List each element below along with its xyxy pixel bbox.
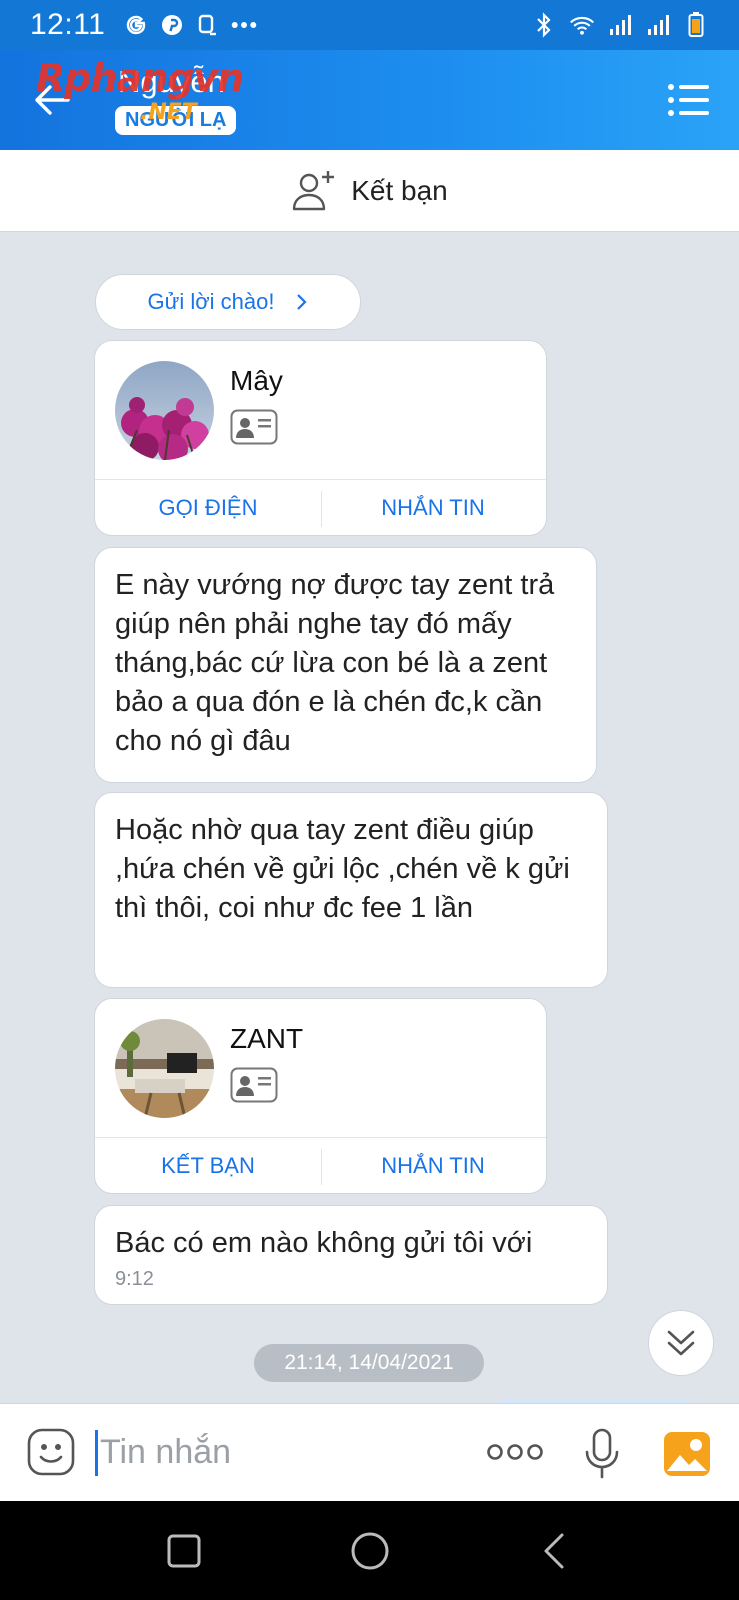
add-friend-label: Kết bạn [351,174,448,206]
message-button[interactable]: NHẮN TIN [320,480,546,536]
message-text: Bác có em nào không gửi tôi với [115,1227,533,1259]
watermark-logo-suffix: .NET [140,100,197,125]
call-button[interactable]: GỌI ĐIỆN [95,480,321,536]
battery-icon [683,12,709,38]
card-name: Mây [230,365,283,396]
message-text: E này vướng nợ được tay zent trả giúp nê… [115,569,555,757]
watermark-logo: Rphangvn [36,56,244,100]
add-user-icon [293,170,335,210]
android-nav-bar [0,1501,739,1600]
message-bubble[interactable]: Bác có em nào không gửi tôi với 9:12 [94,1205,608,1305]
emoji-icon [27,1428,75,1476]
square-icon [167,1534,201,1568]
back-nav-button[interactable] [534,1529,578,1573]
google-icon [123,12,149,38]
message-bubble[interactable]: Hoặc nhờ qua tay zent điều giúp ,hứa ché… [94,792,608,988]
microphone-icon [585,1428,619,1479]
message-input-bar [0,1403,739,1501]
recent-apps-button[interactable] [162,1529,206,1573]
send-greeting-button[interactable]: Gửi lời chào! [95,274,361,330]
double-chevron-down-icon [667,1330,695,1356]
image-icon [664,1432,710,1476]
chat-header: Nguyễn NGƯỜI LẠ Rphangvn .NET [0,50,739,150]
status-bar: 12:11 [0,0,739,50]
message-button[interactable]: NHẮN TIN [320,1138,546,1194]
menu-button[interactable] [667,82,709,118]
signal-2-icon [645,12,671,38]
status-time: 12:11 [30,8,106,41]
wifi-icon [569,12,595,38]
chevron-left-icon [544,1533,564,1569]
notification-icons [123,12,257,38]
more-options-button[interactable] [486,1440,544,1464]
circle-icon [351,1532,389,1570]
chevron-right-icon [297,294,308,310]
message-text: Hoặc nhờ qua tay zent điều giúp ,hứa ché… [115,814,570,924]
list-menu-icon [668,84,709,116]
app-notification-icon [195,12,221,38]
more-dots-icon [487,1444,543,1460]
add-friend-button[interactable]: KẾT BẠN [95,1138,321,1194]
bluetooth-icon [531,12,557,38]
more-notifications-icon [231,12,257,38]
contact-card-icon [230,1067,278,1103]
add-friend-bar[interactable]: Kết bạn [0,150,739,232]
card-name: ZANT [230,1023,304,1054]
message-timestamp: 9:12 [115,1268,154,1290]
date-separator: 21:14, 14/04/2021 [254,1344,484,1382]
scroll-to-bottom-button[interactable] [648,1310,714,1376]
send-greeting-label: Gửi lời chào! [147,289,275,314]
avatar[interactable] [115,361,214,460]
contact-card-zant: ZANT KẾT BẠN NHẮN TIN [94,998,547,1194]
contact-card-icon [230,409,278,445]
message-input[interactable] [100,1426,460,1478]
image-button[interactable] [663,1431,711,1477]
pinterest-icon [159,12,185,38]
voice-button[interactable] [584,1428,620,1480]
text-cursor [95,1430,98,1476]
home-button[interactable] [348,1529,392,1573]
contact-card-may: Mây GỌI ĐIỆN NHẮN TIN [94,340,547,536]
message-bubble[interactable]: E này vướng nợ được tay zent trả giúp nê… [94,547,597,783]
system-icons [531,12,709,38]
signal-1-icon [607,12,633,38]
avatar[interactable] [115,1019,214,1118]
sticker-button[interactable] [26,1427,76,1477]
